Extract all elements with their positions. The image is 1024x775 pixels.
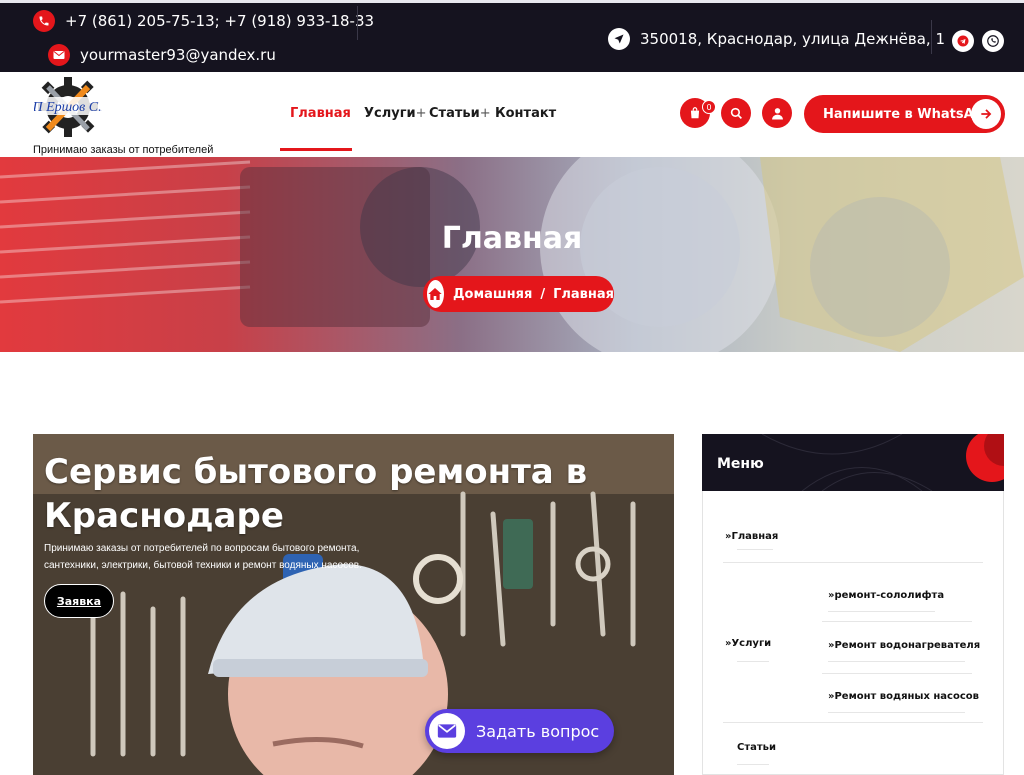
hero-description: Принимаю заказы от потребителей по вопро… [44, 543, 362, 571]
nav-articles[interactable]: Статьи+ [429, 106, 491, 121]
tagline: Принимаю заказы от потребителей [33, 144, 214, 156]
sidebar-item-home[interactable]: »Главная [725, 531, 778, 542]
divider [828, 661, 965, 662]
ask-question-label: Задать вопрос [476, 721, 600, 741]
divider [737, 764, 769, 765]
email-address: yourmaster93@yandex.ru [80, 46, 276, 64]
logo[interactable]: ИП Ершов С.В. [21, 73, 114, 140]
breadcrumb-home[interactable]: Домашняя [453, 287, 532, 302]
hero-heading: Сервис бытового ремонта в Краснодаре [44, 452, 588, 536]
sidebar-title: Меню [717, 456, 764, 472]
nav-home[interactable]: Главная [290, 106, 351, 121]
address-text: 350018, Краснодар, улица Дежнёва, 1 [640, 30, 946, 48]
nav-services[interactable]: Услуги+ [364, 106, 427, 121]
divider [723, 562, 983, 563]
divider [357, 6, 358, 40]
telegram-icon[interactable] [952, 30, 974, 52]
divider [822, 621, 972, 622]
sidebar-item-services[interactable]: »Услуги [725, 638, 771, 649]
user-icon [771, 107, 783, 119]
mail-icon [48, 44, 70, 66]
address-contact: 350018, Краснодар, улица Дежнёва, 1 [608, 28, 945, 50]
divider [828, 712, 965, 713]
arrow-right-icon [971, 99, 1001, 129]
nav-contact[interactable]: Контакт [495, 106, 556, 121]
sidebar-item-articles[interactable]: Статьи [737, 742, 776, 753]
page-title: Главная [441, 221, 583, 256]
account-button[interactable] [762, 98, 792, 128]
divider [737, 549, 773, 550]
email-contact[interactable]: yourmaster93@yandex.ru [48, 44, 276, 66]
ask-question-button[interactable]: Задать вопрос [425, 709, 614, 753]
breadcrumb: Домашняя / Главная [423, 276, 614, 312]
divider [737, 661, 769, 662]
plus-icon: + [415, 106, 427, 121]
request-button[interactable]: Заявка [44, 584, 114, 618]
phone-icon [33, 10, 55, 32]
sidebar-sub-sololift[interactable]: »ремонт-сололифта [828, 590, 944, 601]
nav-services-label: Услуги [364, 106, 416, 121]
bag-icon [690, 107, 700, 119]
logo-text: ИП Ершов С.В. [34, 100, 102, 115]
sidebar-sub-water-pumps[interactable]: »Ремонт водяных насосов [828, 691, 979, 702]
whatsapp-button[interactable]: Напишите в WhatsApp [804, 95, 1005, 133]
nav-active-indicator [280, 148, 352, 151]
divider [822, 673, 972, 674]
phone-contact[interactable]: +7 (861) 205-75-13; +7 (918) 933-18-33 [33, 10, 374, 32]
search-button[interactable] [721, 98, 751, 128]
breadcrumb-current: Главная [553, 286, 614, 302]
cart-count-badge: 0 [702, 100, 716, 114]
phone-numbers: +7 (861) 205-75-13; +7 (918) 933-18-33 [65, 12, 375, 30]
location-arrow-icon [608, 28, 630, 50]
envelope-icon [429, 713, 465, 749]
sidebar-sub-water-heater[interactable]: »Ремонт водонагревателя [828, 640, 980, 651]
search-icon [730, 107, 742, 119]
home-icon[interactable] [427, 280, 444, 308]
nav-articles-label: Статьи [429, 106, 480, 121]
whatsapp-button-label: Напишите в WhatsApp [823, 106, 993, 122]
divider [723, 722, 983, 723]
breadcrumb-separator: / [540, 286, 546, 302]
divider [828, 611, 935, 612]
divider [931, 20, 932, 54]
top-bar: +7 (861) 205-75-13; +7 (918) 933-18-33 y… [0, 0, 1024, 72]
whatsapp-icon[interactable] [982, 30, 1004, 52]
plus-icon: + [479, 106, 491, 121]
